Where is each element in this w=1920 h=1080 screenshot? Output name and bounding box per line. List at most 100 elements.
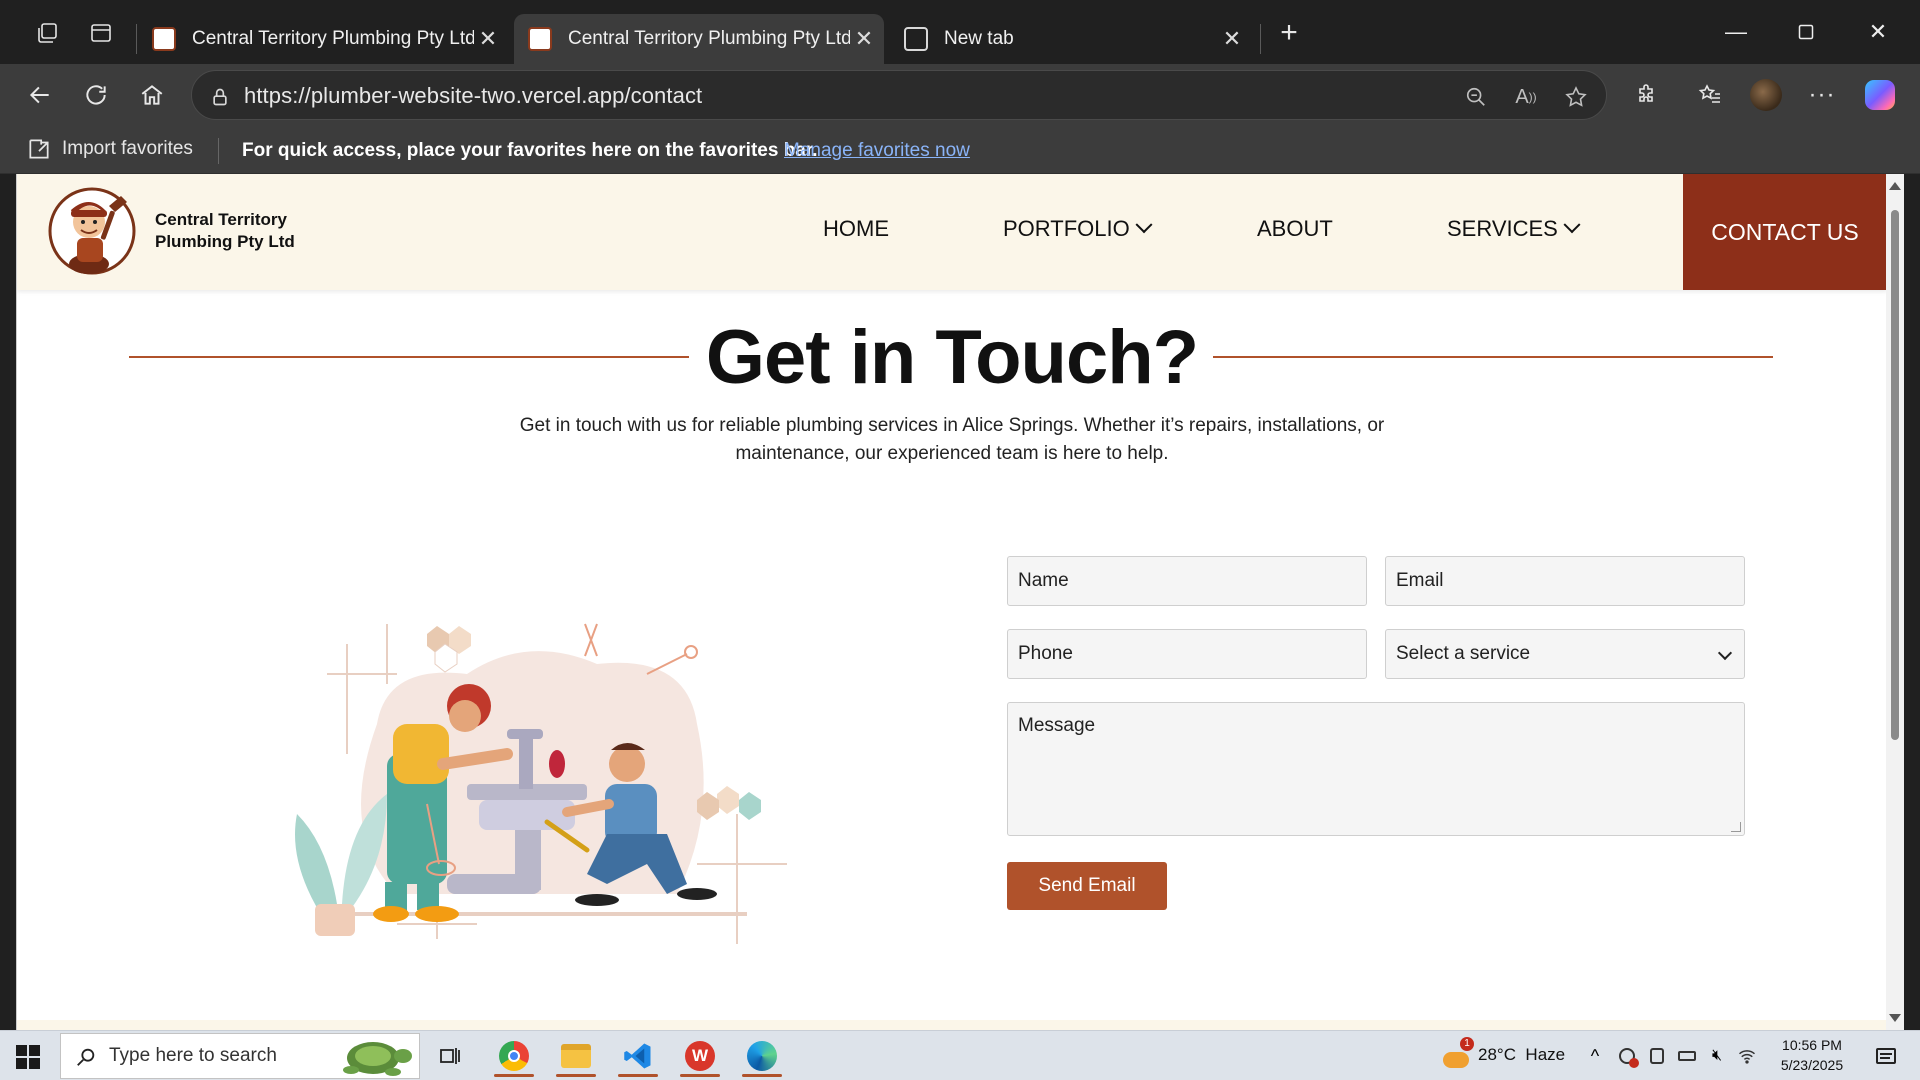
taskbar-search-box[interactable]: Type here to search bbox=[60, 1033, 420, 1079]
window-edge bbox=[0, 174, 16, 1030]
clock-date: 5/23/2025 bbox=[1780, 1057, 1844, 1073]
favorites-divider bbox=[218, 138, 219, 164]
page-scrollbar[interactable] bbox=[1886, 174, 1904, 1030]
battery-icon[interactable] bbox=[1672, 1035, 1702, 1077]
new-tab-plus-icon[interactable]: + bbox=[1274, 16, 1304, 49]
read-aloud-icon[interactable]: A)) bbox=[1512, 83, 1540, 111]
system-clock[interactable]: 10:56 PM 5/23/2025 bbox=[1764, 1035, 1860, 1075]
vscode-icon[interactable] bbox=[614, 1035, 662, 1077]
name-placeholder: Name bbox=[1018, 570, 1069, 591]
service-selected-value: Select a service bbox=[1396, 643, 1531, 664]
footer-edge bbox=[17, 1020, 1886, 1030]
scroll-down-arrow-icon[interactable] bbox=[1889, 1014, 1901, 1022]
nav-services[interactable]: SERVICES bbox=[1447, 216, 1581, 242]
close-tab-icon[interactable]: ✕ bbox=[1218, 26, 1246, 52]
nav-about[interactable]: ABOUT bbox=[1257, 216, 1333, 242]
phone-input[interactable]: Phone bbox=[1007, 629, 1367, 679]
url-text[interactable]: https://plumber-website-two.vercel.app/c… bbox=[244, 83, 702, 109]
close-window-icon[interactable]: ✕ bbox=[1848, 14, 1908, 50]
favorites-list-icon[interactable] bbox=[1692, 77, 1728, 113]
nav-contact-us-button[interactable]: CONTACT US bbox=[1683, 174, 1886, 290]
scroll-up-arrow-icon[interactable] bbox=[1889, 182, 1901, 190]
import-favorites-icon bbox=[29, 139, 49, 159]
heading-divider-right bbox=[1213, 356, 1773, 358]
clock-time: 10:56 PM bbox=[1782, 1037, 1842, 1053]
phone-placeholder: Phone bbox=[1018, 643, 1073, 664]
tab-separator bbox=[136, 24, 137, 54]
tab-title: Central Territory Plumbing Pty Ltd bbox=[192, 28, 474, 49]
weather-icon[interactable]: 1 bbox=[1432, 1035, 1480, 1077]
send-email-button[interactable]: Send Email bbox=[1007, 862, 1167, 910]
windows-taskbar: Type here to search W 1 28°C Haze ^ 🔇︎ 1… bbox=[0, 1030, 1920, 1080]
minimize-icon[interactable]: — bbox=[1706, 14, 1766, 50]
tab-3-new-tab[interactable]: New tab ✕ bbox=[890, 14, 1252, 64]
search-placeholder: Type here to search bbox=[109, 1045, 277, 1066]
wifi-icon[interactable] bbox=[1732, 1035, 1762, 1077]
brand[interactable]: Central Territory Plumbing Pty Ltd bbox=[47, 186, 315, 276]
name-input[interactable]: Name bbox=[1007, 556, 1367, 606]
message-textarea[interactable]: Message bbox=[1007, 702, 1745, 836]
site-info-lock-icon[interactable] bbox=[206, 83, 234, 111]
new-tab-page-icon bbox=[904, 27, 928, 51]
wps-office-icon[interactable]: W bbox=[676, 1035, 724, 1077]
plumbers-illustration bbox=[295, 623, 787, 944]
maximize-icon[interactable] bbox=[1776, 14, 1836, 50]
tab-1[interactable]: Central Territory Plumbing Pty Ltd ✕ bbox=[138, 14, 508, 64]
site-header: Central Territory Plumbing Pty Ltd HOME … bbox=[17, 174, 1886, 290]
speaker-muted-icon[interactable]: 🔇︎ bbox=[1702, 1035, 1732, 1077]
workspaces-icon[interactable] bbox=[32, 18, 62, 48]
nav-portfolio-label: PORTFOLIO bbox=[1003, 216, 1130, 241]
address-bar[interactable]: https://plumber-website-two.vercel.app/c… bbox=[191, 70, 1607, 120]
profile-avatar[interactable] bbox=[1748, 77, 1784, 113]
import-favorites-label: Import favorites bbox=[62, 138, 193, 159]
resize-handle-icon[interactable] bbox=[1731, 822, 1741, 832]
weather-text[interactable]: 28°C Haze bbox=[1478, 1045, 1565, 1065]
nav-about-label: ABOUT bbox=[1257, 216, 1333, 241]
edge-browser-icon[interactable] bbox=[738, 1035, 786, 1077]
refresh-icon[interactable] bbox=[78, 77, 114, 113]
email-input[interactable]: Email bbox=[1385, 556, 1745, 606]
favorite-star-icon[interactable] bbox=[1562, 83, 1590, 111]
tab-title: Central Territory Plumbing Pty Ltd bbox=[568, 28, 850, 49]
plumber-mascot-logo bbox=[48, 187, 136, 275]
close-tab-icon[interactable]: ✕ bbox=[474, 26, 502, 52]
chevron-up-icon[interactable]: ^ bbox=[1580, 1035, 1610, 1077]
favorites-bar: Import favorites For quick access, place… bbox=[0, 126, 1920, 174]
window-edge bbox=[1904, 174, 1920, 1030]
zoom-out-icon[interactable] bbox=[1462, 83, 1490, 111]
nav-portfolio[interactable]: PORTFOLIO bbox=[1003, 216, 1153, 242]
file-explorer-icon[interactable] bbox=[552, 1035, 600, 1077]
meet-now-icon[interactable] bbox=[1642, 1035, 1672, 1077]
vertical-tabs-icon[interactable] bbox=[86, 18, 116, 48]
search-icon bbox=[77, 1048, 95, 1066]
nav-home[interactable]: HOME bbox=[823, 216, 889, 242]
chrome-app-icon[interactable] bbox=[490, 1035, 538, 1077]
copilot-icon[interactable] bbox=[1862, 77, 1898, 113]
home-icon[interactable] bbox=[134, 77, 170, 113]
chevron-down-icon bbox=[1717, 645, 1733, 661]
brand-name-line2: Plumbing Pty Ltd bbox=[155, 232, 295, 251]
site-favicon-icon bbox=[152, 27, 176, 51]
windows-start-icon[interactable] bbox=[16, 1045, 40, 1069]
tab-2-active[interactable]: Central Territory Plumbing Pty Ltd ✕ bbox=[514, 14, 884, 64]
tab-separator bbox=[1260, 24, 1261, 54]
network-status-icon[interactable] bbox=[1612, 1035, 1642, 1077]
service-select[interactable]: Select a service bbox=[1385, 629, 1745, 679]
chevron-down-icon bbox=[1135, 216, 1153, 234]
scrollbar-thumb[interactable] bbox=[1891, 210, 1899, 740]
page-viewport: Central Territory Plumbing Pty Ltd HOME … bbox=[16, 174, 1886, 1030]
more-options-icon[interactable]: ··· bbox=[1804, 77, 1840, 113]
site-favicon-icon bbox=[528, 27, 552, 51]
notifications-icon[interactable] bbox=[1866, 1035, 1906, 1077]
favorites-hint-text: For quick access, place your favorites h… bbox=[242, 140, 818, 161]
manage-favorites-link[interactable]: Manage favorites now bbox=[784, 140, 970, 162]
page-description: Get in touch with us for reliable plumbi… bbox=[519, 415, 1385, 464]
extensions-puzzle-icon[interactable] bbox=[1628, 77, 1664, 113]
nav-services-label: SERVICES bbox=[1447, 216, 1558, 241]
import-favorites-button[interactable]: Import favorites bbox=[26, 136, 193, 162]
back-arrow-icon[interactable] bbox=[22, 77, 58, 113]
close-tab-icon[interactable]: ✕ bbox=[850, 26, 878, 52]
task-view-icon[interactable] bbox=[426, 1035, 474, 1077]
tab-title: New tab bbox=[944, 28, 1014, 49]
weather-badge: 1 bbox=[1460, 1037, 1474, 1051]
